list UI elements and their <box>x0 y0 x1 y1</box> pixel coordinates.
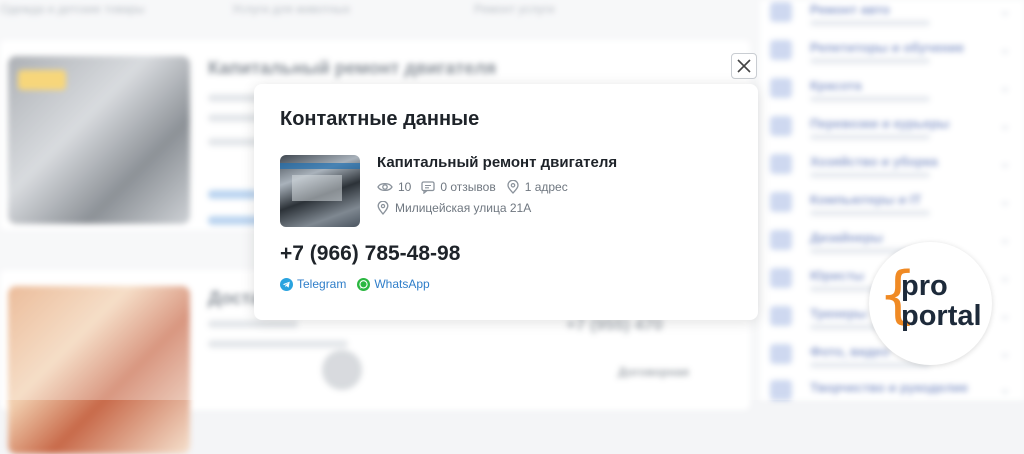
location-pin-icon <box>377 201 389 215</box>
whatsapp-link[interactable]: WhatsApp <box>357 277 430 291</box>
messenger-links: Telegram WhatsApp <box>280 277 441 291</box>
modal-title: Контактные данные <box>280 108 480 130</box>
telegram-icon <box>280 277 293 291</box>
service-address: Милицейская улица 21А <box>377 201 531 215</box>
whatsapp-icon <box>357 277 371 291</box>
thumbnail-detail <box>280 163 360 169</box>
addresses-stat: 1 адрес <box>506 180 568 194</box>
address-text: Милицейская улица 21А <box>395 201 532 215</box>
service-thumbnail[interactable] <box>280 155 360 227</box>
proportal-logo: { pro portal <box>869 242 992 365</box>
eye-icon <box>377 182 393 192</box>
logo-text-line2: portal <box>901 300 982 332</box>
location-pin-icon <box>507 180 519 194</box>
views-stat: 10 <box>377 180 411 194</box>
contact-modal: Контактные данные Капитальный ремонт дви… <box>254 84 758 320</box>
telegram-label: Telegram <box>297 277 347 291</box>
close-button[interactable] <box>731 53 757 79</box>
reviews-icon <box>421 180 436 194</box>
addresses-count: 1 адрес <box>524 180 568 194</box>
telegram-link[interactable]: Telegram <box>280 277 346 291</box>
close-icon <box>737 59 751 73</box>
reviews-count: 0 отзывов <box>440 180 496 194</box>
phone-number[interactable]: +7 (966) 785-48-98 <box>280 242 460 266</box>
whatsapp-label: WhatsApp <box>374 277 430 291</box>
service-stats: 10 0 отзывов 1 адрес <box>377 180 578 194</box>
reviews-stat: 0 отзывов <box>421 180 496 194</box>
views-count: 10 <box>398 180 412 194</box>
logo-text-line1: pro <box>901 270 948 302</box>
thumbnail-detail <box>292 175 342 201</box>
service-title[interactable]: Капитальный ремонт двигателя <box>377 154 617 171</box>
